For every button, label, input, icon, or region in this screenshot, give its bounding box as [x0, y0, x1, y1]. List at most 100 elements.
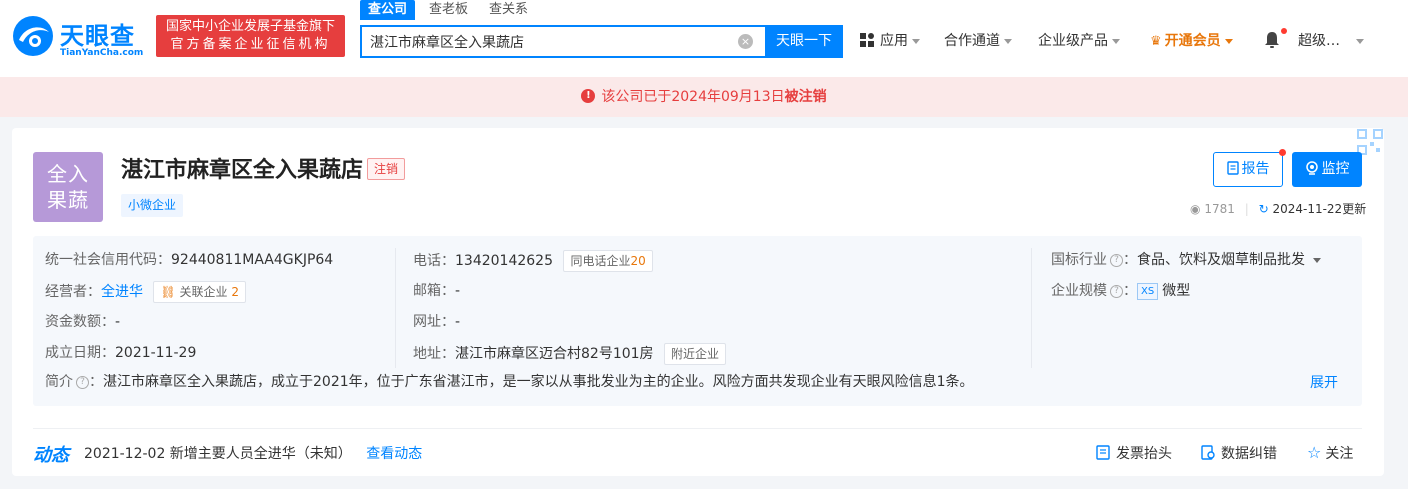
address-value: 湛江市麻章区迈合村82号101房 [455, 346, 654, 362]
email-label: 邮箱： [413, 283, 455, 299]
nav-apps-label: 应用 [880, 33, 908, 49]
help-icon[interactable]: ? [1110, 284, 1123, 298]
nav-partner[interactable]: 合作通道 [944, 30, 1012, 52]
website-value: - [455, 314, 461, 330]
phone-row: 电话：13420142625 同电话企业20 [413, 250, 653, 272]
avatar-line-2: 果蔬 [47, 188, 89, 212]
related-count: 2 [231, 285, 239, 299]
cancellation-notice: ! 该公司已于2024年09月13日被注销 [0, 77, 1408, 117]
info-panel: 统一社会信用代码：92440811MAA4GKJP64 经营者：全进华 ⛓ 关联… [33, 236, 1362, 406]
invoice-icon [1096, 445, 1110, 460]
help-icon[interactable]: ? [1110, 253, 1123, 267]
chevron-down-icon [1313, 257, 1322, 263]
operator-link[interactable]: 全进华 [101, 284, 143, 300]
refresh-icon[interactable]: ↻ [1259, 202, 1269, 216]
industry-value: 食品、饮料及烟草制品批发 [1137, 252, 1305, 268]
column-divider [395, 248, 396, 368]
clear-icon[interactable]: × [738, 34, 753, 49]
correction-label: 数据纠错 [1221, 446, 1277, 462]
logo-domain: TianYanCha.com [60, 48, 144, 58]
logo-text: 天眼查 [60, 22, 135, 50]
tab-search-boss[interactable]: 查老板 [429, 0, 468, 20]
invoice-label: 发票抬头 [1116, 446, 1172, 462]
apps-grid-icon [860, 32, 874, 47]
nav-vip[interactable]: ♛ 开通会员 [1150, 30, 1233, 52]
data-correction-button[interactable]: 数据纠错 [1201, 443, 1277, 463]
chevron-down-icon [1112, 38, 1120, 44]
report-button[interactable]: 报告 [1213, 149, 1286, 187]
logo[interactable]: 天眼查 TianYanCha.com [11, 14, 151, 62]
credit-code-label: 统一社会信用代码： [45, 252, 171, 268]
badge-line-1: 国家中小企业发展子基金旗下 [165, 19, 335, 34]
company-type-tag[interactable]: 小微企业 [121, 194, 184, 217]
search-input[interactable] [370, 32, 730, 52]
company-name: 湛江市麻章区全入果蔬店 [121, 158, 364, 183]
founded-label: 成立日期： [45, 345, 115, 361]
tianyancha-logo-icon [13, 16, 53, 56]
expand-link[interactable]: 展开 [1310, 372, 1338, 392]
crown-icon: ♛ [1150, 34, 1162, 49]
tab-search-company[interactable]: 查公司 [360, 0, 416, 20]
related-label: 关联企业 [179, 285, 228, 299]
nav-enterprise[interactable]: 企业级产品 [1038, 30, 1120, 52]
same-phone-label: 同电话企业 [570, 254, 631, 268]
search-box: × [360, 25, 765, 58]
nearby-companies-tag[interactable]: 附近企业 [664, 343, 727, 365]
email-row: 邮箱：- [413, 281, 460, 301]
related-companies-tag[interactable]: ⛓ 关联企业 2 [153, 281, 246, 303]
phone-label: 电话： [413, 253, 455, 269]
dynamic-row: 2021-12-02 新增主要人员全进华（未知） 查看动态 [84, 443, 422, 463]
dynamic-text: 2021-12-02 新增主要人员全进华（未知） [84, 446, 352, 462]
notification-bell[interactable] [1264, 30, 1280, 52]
help-icon[interactable]: ? [76, 375, 89, 389]
official-badge[interactable]: 国家中小企业发展子基金旗下 官方备案企业征信机构 [156, 15, 345, 57]
scale-label: 企业规模 [1051, 283, 1107, 299]
notice-emphasis: 被注销 [784, 89, 827, 105]
report-dot [1279, 149, 1286, 156]
monitor-button[interactable]: 监控 [1292, 152, 1362, 187]
industry-row[interactable]: 国标行业? ：食品、饮料及烟草制品批发 [1051, 250, 1322, 270]
address-row: 地址：湛江市麻章区迈合村82号101房 附近企业 [413, 343, 727, 365]
bell-icon [1265, 31, 1279, 48]
badge-line-2: 官方备案企业征信机构 [170, 37, 331, 52]
phone-value: 13420142625 [455, 253, 553, 269]
capital-value: - [115, 314, 121, 330]
nav-apps[interactable]: 应用 [860, 30, 920, 52]
same-phone-tag[interactable]: 同电话企业20 [563, 250, 653, 272]
chevron-down-icon [1004, 38, 1012, 44]
capital-label: 资金数额： [45, 314, 115, 330]
nav-partner-label: 合作通道 [944, 33, 1000, 49]
tab-search-relation[interactable]: 查关系 [489, 0, 528, 20]
industry-label: 国标行业 [1051, 252, 1107, 268]
operator-row: 经营者：全进华 ⛓ 关联企业 2 [45, 281, 246, 303]
nav-user-label: 超级… [1298, 33, 1340, 49]
view-dynamic-link[interactable]: 查看动态 [366, 446, 422, 462]
follow-button[interactable]: ☆ 关注 [1307, 443, 1353, 463]
nav-vip-label: 开通会员 [1164, 33, 1221, 49]
notice-text: 该公司已于2024年09月13日 [601, 89, 785, 105]
same-phone-count: 20 [630, 254, 646, 268]
avatar-line-1: 全入 [47, 162, 89, 186]
section-divider [33, 428, 1362, 429]
founded-row: 成立日期：2021-11-29 [45, 343, 196, 363]
notification-dot [1281, 28, 1287, 34]
company-avatar: 全入 果蔬 [33, 152, 103, 222]
email-value: - [455, 283, 461, 299]
scale-value: 微型 [1162, 283, 1191, 299]
founded-value: 2021-11-29 [115, 345, 197, 361]
view-count: 1781 [1204, 202, 1235, 216]
nav-user[interactable]: 超级… [1298, 30, 1364, 52]
page-meta: ◉ 1781 | ↻ 2024-11-22更新 [1190, 202, 1367, 216]
intro-row: 简介? ：湛江市麻章区全入果蔬店，成立于2021年，位于广东省湛江市，是一家以从事… [45, 374, 974, 390]
website-label: 网址： [413, 314, 455, 330]
search-button[interactable]: 天眼一下 [765, 25, 843, 58]
nav-enterprise-label: 企业级产品 [1038, 33, 1108, 49]
chevron-down-icon [912, 38, 920, 44]
column-divider [1031, 248, 1032, 368]
website-row: 网址：- [413, 312, 460, 332]
intro-label: 简介 [45, 374, 73, 390]
capital-row: 资金数额：- [45, 312, 120, 332]
chevron-down-icon [1356, 38, 1364, 44]
invoice-title-button[interactable]: 发票抬头 [1096, 443, 1172, 463]
intro-text: 湛江市麻章区全入果蔬店，成立于2021年，位于广东省湛江市，是一家以从事批发业为… [103, 374, 974, 390]
